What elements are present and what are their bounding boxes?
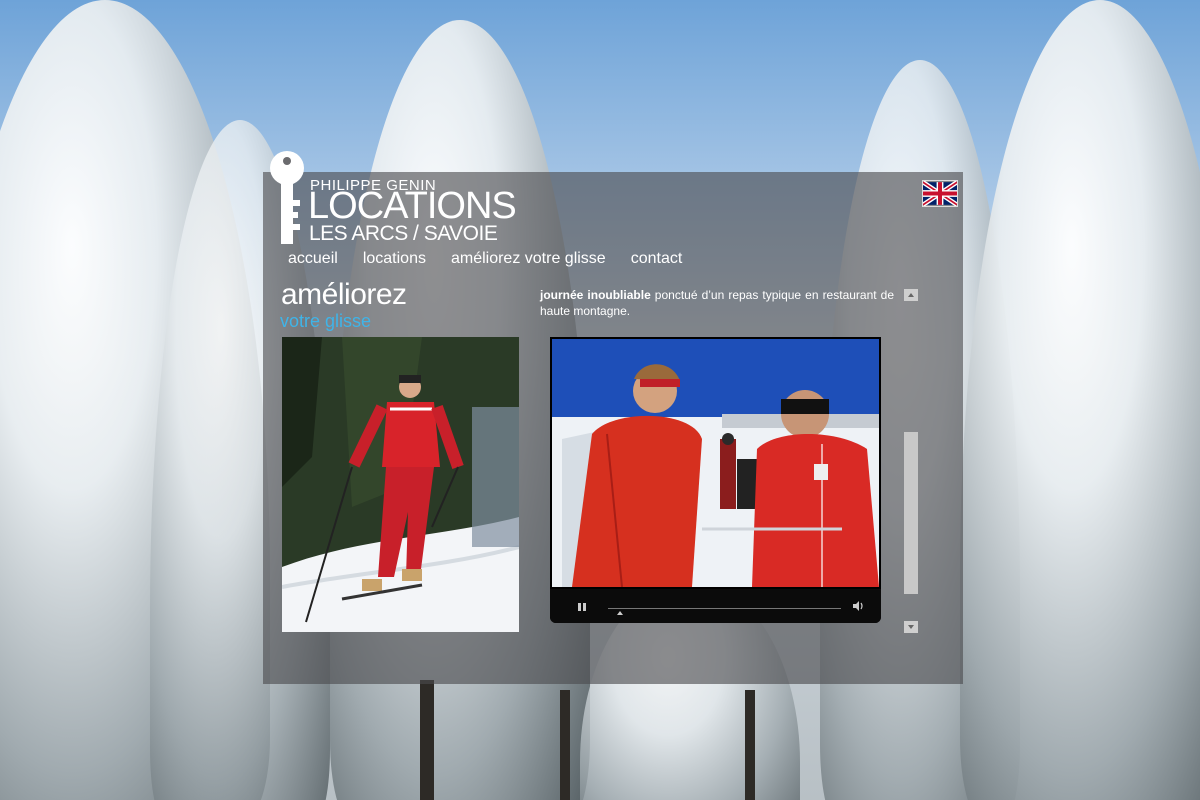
volume-icon[interactable] [852,600,864,612]
content-bold-lead: journée inoubliable [540,288,651,302]
key-icon [270,151,304,244]
page-subtitle: votre glisse [280,311,372,331]
nav-item-locations[interactable]: locations [363,250,426,268]
nav-item-accueil[interactable]: accueil [288,250,338,268]
uk-flag-icon[interactable] [922,180,958,207]
page-title: améliorez [281,278,407,311]
content-text: journée inoubliable ponctué d’un repas t… [540,287,894,319]
site-logo[interactable]: PHILIPPE GENIN LOCATIONS LES ARCS / SAVO… [266,150,526,250]
video-player[interactable] [550,337,881,623]
skier-photo [282,337,519,632]
logo-title: LOCATIONS [308,185,517,227]
video-frame[interactable] [552,339,879,587]
video-progress-knob[interactable] [617,611,623,615]
logo-location: LES ARCS / SAVOIE [309,222,498,245]
scroll-up-button[interactable] [904,289,918,301]
video-controls [550,589,881,623]
nav-item-contact[interactable]: contact [631,250,683,268]
scroll-down-button[interactable] [904,621,918,633]
video-progress-track[interactable] [608,608,841,609]
main-nav: accueil locations améliorez votre glisse… [288,250,682,268]
nav-item-ameliorez[interactable]: améliorez votre glisse [451,250,606,268]
scrollbar-thumb[interactable] [904,432,918,594]
pause-icon[interactable] [578,603,588,611]
